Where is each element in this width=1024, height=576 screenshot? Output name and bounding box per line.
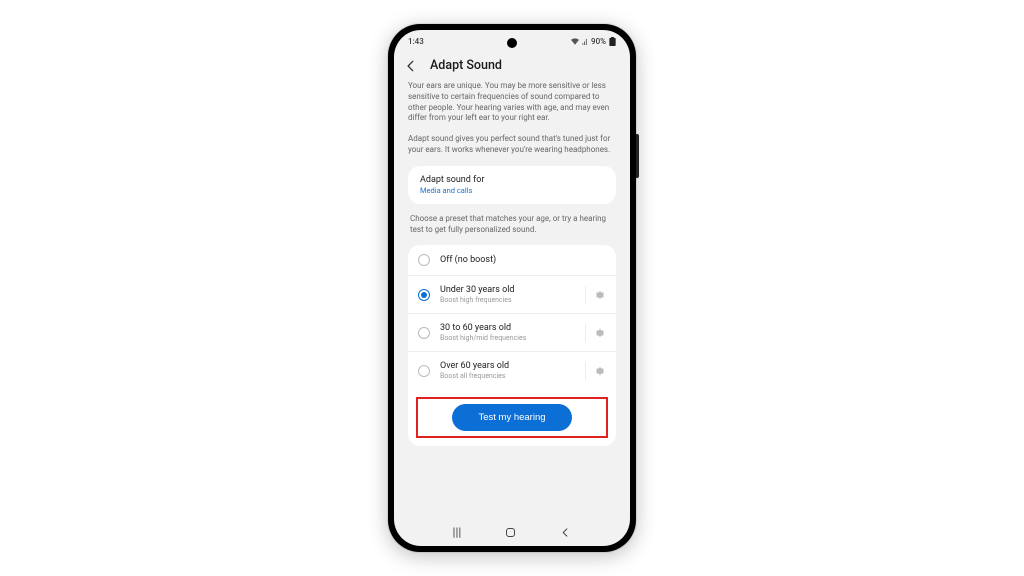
description-paragraph-2: Adapt sound gives you perfect sound that… — [408, 134, 616, 156]
page-header: Adapt Sound — [394, 52, 630, 81]
adapt-sound-for-value: Media and calls — [420, 186, 604, 195]
gear-icon — [594, 327, 606, 339]
adapt-sound-for-row[interactable]: Adapt sound for Media and calls — [408, 166, 616, 204]
radio-over-60[interactable] — [418, 365, 430, 377]
radio-under-30[interactable] — [418, 289, 430, 301]
nav-back-icon[interactable] — [560, 527, 571, 538]
test-my-hearing-button[interactable]: Test my hearing — [452, 404, 571, 431]
adapt-sound-for-label: Adapt sound for — [420, 175, 604, 185]
preset-settings-30-60[interactable] — [585, 324, 606, 342]
preset-option-sub: Boost high frequencies — [440, 296, 581, 304]
radio-off[interactable] — [418, 254, 430, 266]
camera-notch — [507, 38, 517, 48]
preset-option-sub: Boost high/mid frequencies — [440, 334, 581, 342]
preset-option-label: Over 60 years old — [440, 361, 581, 371]
preset-instruction: Choose a preset that matches your age, o… — [408, 214, 616, 246]
status-time: 1:43 — [408, 37, 424, 46]
preset-option-under-30[interactable]: Under 30 years old Boost high frequencie… — [408, 276, 616, 314]
preset-option-label: 30 to 60 years old — [440, 323, 581, 333]
preset-settings-under-30[interactable] — [585, 286, 606, 304]
signal-icon — [582, 38, 588, 45]
phone-frame: 1:43 90% Adapt Sound Your ears are uniqu… — [388, 24, 636, 552]
wifi-icon — [571, 38, 579, 45]
preset-options-group: Off (no boost) Under 30 years old Boost … — [408, 245, 616, 446]
preset-settings-over-60[interactable] — [585, 362, 606, 380]
preset-option-off[interactable]: Off (no boost) — [408, 245, 616, 276]
android-nav-bar: ||| — [394, 518, 630, 546]
highlight-annotation: Test my hearing — [416, 397, 608, 438]
preset-option-label: Off (no boost) — [440, 255, 606, 265]
content-area: Your ears are unique. You may be more se… — [394, 81, 630, 518]
preset-option-30-60[interactable]: 30 to 60 years old Boost high/mid freque… — [408, 314, 616, 352]
preset-option-over-60[interactable]: Over 60 years old Boost all frequencies — [408, 352, 616, 389]
status-right: 90% — [571, 37, 616, 46]
battery-icon — [609, 37, 616, 46]
phone-screen: 1:43 90% Adapt Sound Your ears are uniqu… — [394, 30, 630, 546]
status-battery-percent: 90% — [591, 37, 606, 46]
nav-home-icon[interactable] — [506, 528, 515, 537]
preset-option-sub: Boost all frequencies — [440, 372, 581, 380]
gear-icon — [594, 289, 606, 301]
back-icon[interactable] — [404, 59, 418, 73]
gear-icon — [594, 365, 606, 377]
page-title: Adapt Sound — [430, 58, 502, 73]
phone-side-button — [636, 134, 639, 178]
radio-30-60[interactable] — [418, 327, 430, 339]
preset-option-label: Under 30 years old — [440, 285, 581, 295]
nav-recents-icon[interactable]: ||| — [453, 525, 462, 539]
description-paragraph-1: Your ears are unique. You may be more se… — [408, 81, 616, 124]
